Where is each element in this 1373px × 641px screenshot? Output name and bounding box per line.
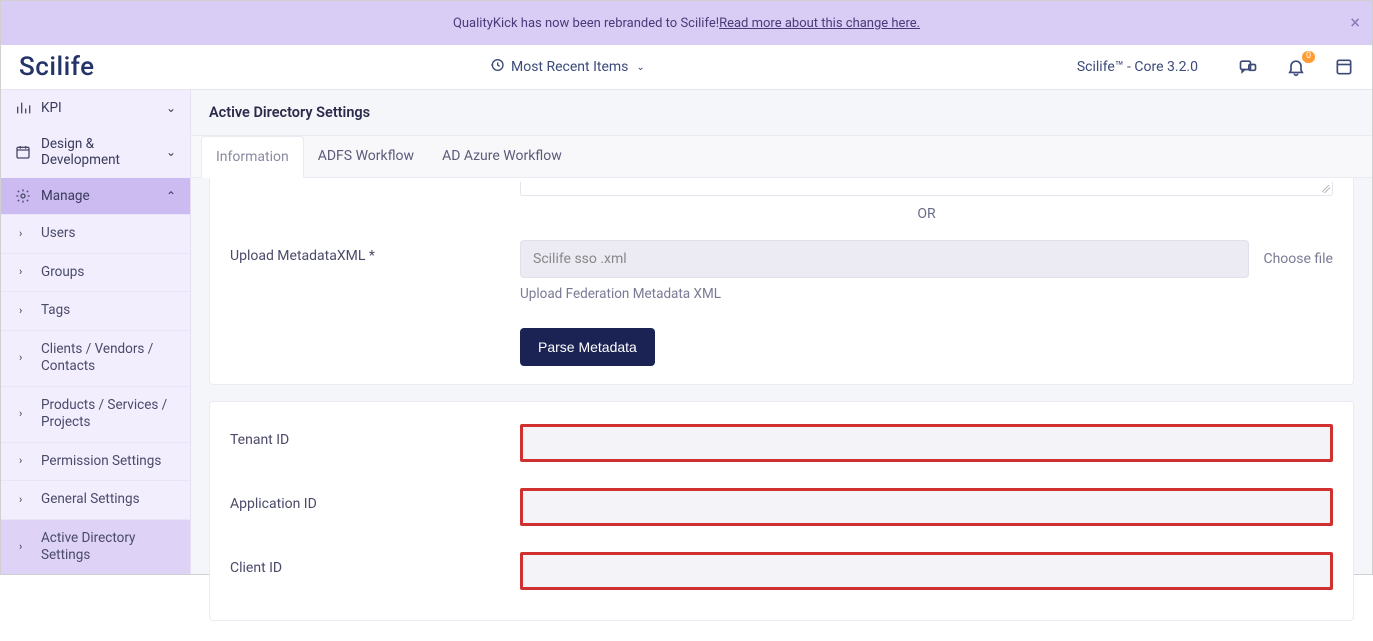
parse-metadata-button[interactable]: Parse Metadata bbox=[520, 328, 655, 366]
sidebar-sub-users[interactable]: › Users bbox=[1, 214, 190, 253]
banner-link[interactable]: Read more about this change here. bbox=[719, 16, 920, 31]
chevron-down-icon: ⌄ bbox=[166, 101, 176, 115]
metadata-textarea[interactable] bbox=[520, 182, 1333, 196]
calendar-icon bbox=[15, 144, 31, 160]
chevron-right-icon: › bbox=[19, 540, 27, 554]
environment-label: Scilife™ - Core 3.2.0 bbox=[1077, 59, 1198, 75]
history-icon bbox=[489, 57, 505, 77]
brand-logo[interactable]: Scilife bbox=[19, 52, 189, 82]
page-title: Active Directory Settings bbox=[191, 90, 1372, 136]
label: Permission Settings bbox=[41, 453, 176, 471]
chevron-down-icon: ⌄ bbox=[166, 145, 176, 159]
sidebar-item-manage[interactable]: Manage ⌃ bbox=[1, 178, 190, 214]
label: Clients / Vendors / Contacts bbox=[41, 341, 176, 376]
sidebar-sub-permission[interactable]: › Permission Settings bbox=[1, 442, 190, 481]
sidebar-sub-products[interactable]: › Products / Services / Projects bbox=[1, 386, 190, 442]
notifications-icon[interactable]: 0 bbox=[1286, 57, 1306, 77]
label: Products / Services / Projects bbox=[41, 397, 176, 432]
sidebar-sub-groups[interactable]: › Groups bbox=[1, 253, 190, 292]
tab-information[interactable]: Information bbox=[201, 136, 304, 178]
application-id-label: Application ID bbox=[230, 488, 520, 512]
label: Active Directory Settings bbox=[41, 530, 176, 565]
tabs: Information ADFS Workflow AD Azure Workf… bbox=[191, 136, 1372, 178]
sidebar: KPI ⌄ Design & Development ⌄ Manage ⌃ › … bbox=[1, 90, 191, 574]
upload-label: Upload MetadataXML * bbox=[230, 240, 520, 264]
chevron-right-icon: › bbox=[19, 493, 27, 507]
sidebar-sub-active-directory[interactable]: › Active Directory Settings bbox=[1, 519, 190, 574]
tab-adfs-workflow[interactable]: ADFS Workflow bbox=[304, 136, 428, 177]
tab-azure-workflow[interactable]: AD Azure Workflow bbox=[428, 136, 576, 177]
sidebar-design-label: Design & Development bbox=[41, 136, 156, 168]
chevron-right-icon: › bbox=[19, 265, 27, 279]
tenant-id-input[interactable] bbox=[520, 424, 1333, 462]
client-id-label: Client ID bbox=[230, 552, 520, 576]
metadata-card: OR Upload MetadataXML * Scilife sso .xml… bbox=[209, 178, 1354, 385]
most-recent-dropdown[interactable]: Most Recent Items ⌄ bbox=[489, 57, 645, 77]
gear-icon bbox=[15, 188, 31, 204]
upload-metadata-input[interactable]: Scilife sso .xml bbox=[520, 240, 1249, 278]
feedback-icon[interactable] bbox=[1238, 57, 1258, 77]
banner-text: QualityKick has now been rebranded to Sc… bbox=[453, 16, 719, 31]
chevron-right-icon: › bbox=[19, 351, 27, 365]
sidebar-item-design[interactable]: Design & Development ⌄ bbox=[1, 126, 190, 178]
chart-icon bbox=[15, 100, 31, 116]
application-id-input[interactable] bbox=[520, 488, 1333, 526]
rebrand-banner: QualityKick has now been rebranded to Sc… bbox=[1, 1, 1372, 45]
chevron-right-icon: › bbox=[19, 454, 27, 468]
sidebar-sub-general[interactable]: › General Settings bbox=[1, 480, 190, 519]
label: General Settings bbox=[41, 491, 176, 509]
recent-label: Most Recent Items bbox=[511, 59, 628, 75]
notification-badge: 0 bbox=[1302, 51, 1315, 63]
main: Active Directory Settings Information AD… bbox=[191, 90, 1372, 574]
topbar: Scilife Most Recent Items ⌄ Scilife™ - C… bbox=[1, 45, 1372, 90]
sidebar-manage-label: Manage bbox=[41, 188, 90, 204]
ids-card: Tenant ID Application ID Client ID bbox=[209, 401, 1354, 621]
or-divider: OR bbox=[520, 206, 1333, 222]
label: Users bbox=[41, 225, 176, 243]
sidebar-sub-tags[interactable]: › Tags bbox=[1, 291, 190, 330]
choose-file-button[interactable]: Choose file bbox=[1263, 251, 1333, 267]
chevron-right-icon: › bbox=[19, 407, 27, 421]
sidebar-kpi-label: KPI bbox=[41, 100, 62, 116]
tenant-id-label: Tenant ID bbox=[230, 424, 520, 448]
chevron-down-icon: ⌄ bbox=[636, 62, 644, 73]
sidebar-sub-clients[interactable]: › Clients / Vendors / Contacts bbox=[1, 330, 190, 386]
upload-helper-text: Upload Federation Metadata XML bbox=[520, 286, 1333, 302]
close-icon[interactable]: × bbox=[1350, 13, 1360, 34]
chevron-right-icon: › bbox=[19, 227, 27, 241]
panel-icon[interactable] bbox=[1334, 57, 1354, 77]
chevron-up-icon: ⌃ bbox=[166, 189, 176, 203]
chevron-right-icon: › bbox=[19, 304, 27, 318]
sidebar-item-kpi[interactable]: KPI ⌄ bbox=[1, 90, 190, 126]
label: Tags bbox=[41, 302, 176, 320]
label: Groups bbox=[41, 264, 176, 282]
client-id-input[interactable] bbox=[520, 552, 1333, 590]
